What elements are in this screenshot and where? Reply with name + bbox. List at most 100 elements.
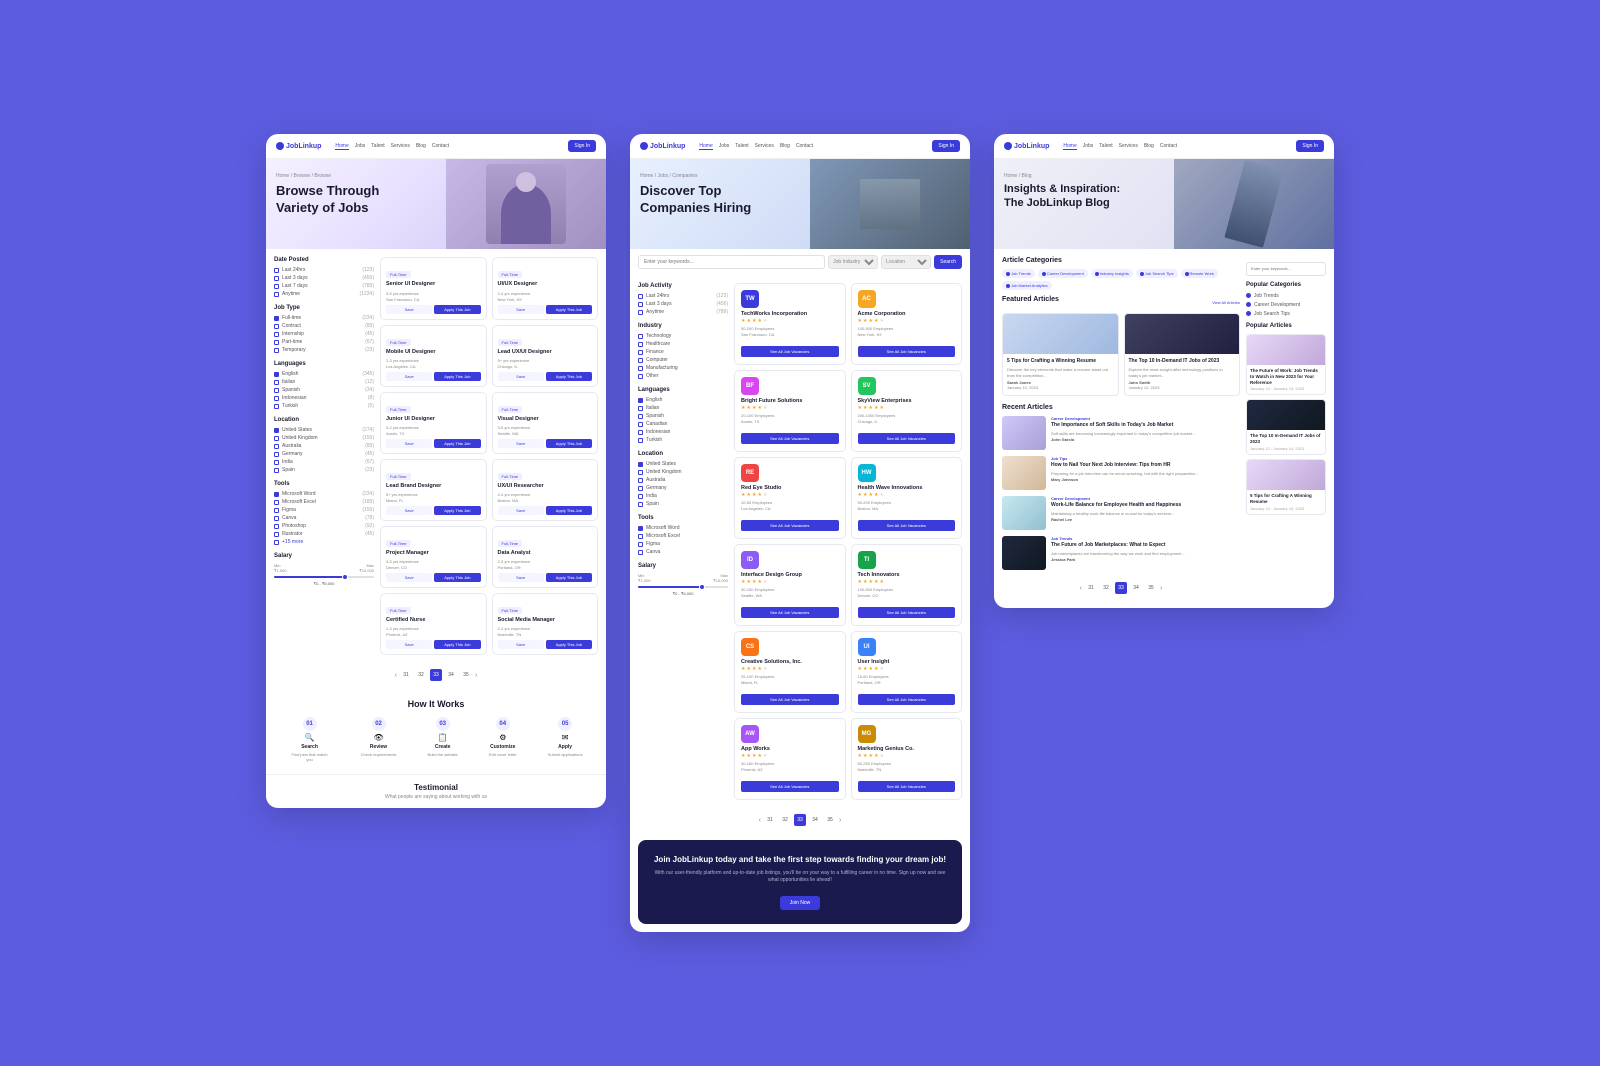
cat-chip-market[interactable]: Job Market Analytics bbox=[1002, 281, 1052, 290]
see-jobs-btn[interactable]: See All Job Vacancies bbox=[741, 520, 839, 531]
filter-checkbox[interactable] bbox=[274, 492, 279, 497]
location-select[interactable]: Location bbox=[881, 255, 931, 269]
filter-checkbox[interactable] bbox=[638, 534, 643, 539]
see-jobs-btn[interactable]: See All Job Vacancies bbox=[741, 346, 839, 357]
filter-checkbox[interactable] bbox=[274, 396, 279, 401]
save-job-btn[interactable]: Save bbox=[498, 506, 544, 515]
filter-checkbox[interactable] bbox=[638, 478, 643, 483]
apply-job-btn[interactable]: Apply This Job bbox=[546, 305, 592, 314]
page-num[interactable]: 34 bbox=[1130, 582, 1142, 594]
prev-page-2[interactable]: ‹ bbox=[759, 817, 761, 824]
filter-checkbox[interactable] bbox=[638, 550, 643, 555]
filter-checkbox[interactable] bbox=[274, 436, 279, 441]
page-num[interactable]: 34 bbox=[445, 669, 457, 681]
salary-slider-2[interactable] bbox=[638, 586, 728, 588]
filter-checkbox[interactable] bbox=[638, 406, 643, 411]
nav-link-services-3[interactable]: Services bbox=[1119, 143, 1138, 150]
save-job-btn[interactable]: Save bbox=[386, 305, 432, 314]
see-jobs-btn[interactable]: See All Job Vacancies bbox=[741, 607, 839, 618]
nav-link-talent-2[interactable]: Talent bbox=[735, 143, 748, 150]
see-jobs-btn[interactable]: See All Job Vacancies bbox=[858, 433, 956, 444]
filter-checkbox[interactable] bbox=[274, 404, 279, 409]
next-page[interactable]: › bbox=[475, 672, 477, 679]
salary-thumb-2[interactable] bbox=[699, 584, 705, 590]
cat-chip-industry[interactable]: Industry Insights bbox=[1091, 269, 1133, 278]
filter-checkbox[interactable] bbox=[638, 302, 643, 307]
filter-checkbox[interactable] bbox=[274, 460, 279, 465]
filter-checkbox[interactable] bbox=[274, 292, 279, 297]
blog-search-input[interactable] bbox=[1246, 262, 1326, 276]
cat-chip-search-tips[interactable]: Job Search Tips bbox=[1136, 269, 1178, 278]
save-job-btn[interactable]: Save bbox=[386, 640, 432, 649]
nav-link-blog-2[interactable]: Blog bbox=[780, 143, 790, 150]
nav-signin-2[interactable]: Sign In bbox=[932, 140, 960, 152]
filter-checkbox[interactable] bbox=[638, 430, 643, 435]
filter-checkbox[interactable] bbox=[274, 452, 279, 457]
filter-checkbox[interactable] bbox=[638, 422, 643, 427]
apply-job-btn[interactable]: Apply This Job bbox=[434, 640, 480, 649]
salary-thumb[interactable] bbox=[342, 574, 348, 580]
cat-chip-job-trends[interactable]: Job Trends bbox=[1002, 269, 1035, 278]
prev-page-3[interactable]: ‹ bbox=[1080, 585, 1082, 592]
view-all-link[interactable]: View All Articles bbox=[1212, 300, 1240, 305]
next-page-3[interactable]: › bbox=[1160, 585, 1162, 592]
nav-link-services-1[interactable]: Services bbox=[391, 143, 410, 150]
filter-checkbox[interactable] bbox=[638, 542, 643, 547]
apply-job-btn[interactable]: Apply This Job bbox=[546, 506, 592, 515]
nav-link-blog-1[interactable]: Blog bbox=[416, 143, 426, 150]
nav-link-home-3[interactable]: Home bbox=[1063, 143, 1076, 150]
filter-checkbox[interactable] bbox=[638, 470, 643, 475]
filter-checkbox[interactable] bbox=[274, 276, 279, 281]
apply-job-btn[interactable]: Apply This Job bbox=[434, 439, 480, 448]
nav-link-home-2[interactable]: Home bbox=[699, 143, 712, 150]
save-job-btn[interactable]: Save bbox=[386, 506, 432, 515]
see-jobs-btn[interactable]: See All Job Vacancies bbox=[858, 781, 956, 792]
filter-checkbox[interactable] bbox=[638, 350, 643, 355]
filter-checkbox[interactable] bbox=[638, 502, 643, 507]
search-input-2[interactable] bbox=[638, 255, 825, 269]
page-num[interactable]: 35 bbox=[1145, 582, 1157, 594]
page-num-active[interactable]: 33 bbox=[430, 669, 442, 681]
page-num[interactable]: 32 bbox=[1100, 582, 1112, 594]
filter-checkbox[interactable] bbox=[638, 334, 643, 339]
save-job-btn[interactable]: Save bbox=[498, 640, 544, 649]
save-job-btn[interactable]: Save bbox=[386, 573, 432, 582]
nav-link-contact-1[interactable]: Contact bbox=[432, 143, 449, 150]
page-num[interactable]: 32 bbox=[415, 669, 427, 681]
nav-link-contact-2[interactable]: Contact bbox=[796, 143, 813, 150]
filter-checkbox[interactable] bbox=[274, 380, 279, 385]
next-page-2[interactable]: › bbox=[839, 817, 841, 824]
nav-signin-3[interactable]: Sign In bbox=[1296, 140, 1324, 152]
apply-job-btn[interactable]: Apply This Job bbox=[434, 305, 480, 314]
save-job-btn[interactable]: Save bbox=[498, 372, 544, 381]
apply-job-btn[interactable]: Apply This Job bbox=[434, 506, 480, 515]
search-button-2[interactable]: Search bbox=[934, 255, 962, 269]
page-num-active[interactable]: 33 bbox=[1115, 582, 1127, 594]
cta-btn[interactable]: Join Now bbox=[780, 896, 821, 910]
save-job-btn[interactable]: Save bbox=[498, 439, 544, 448]
filter-checkbox[interactable] bbox=[638, 462, 643, 467]
page-num[interactable]: 32 bbox=[779, 814, 791, 826]
nav-link-contact-3[interactable]: Contact bbox=[1160, 143, 1177, 150]
see-jobs-btn[interactable]: See All Job Vacancies bbox=[741, 694, 839, 705]
save-job-btn[interactable]: Save bbox=[386, 439, 432, 448]
filter-checkbox[interactable] bbox=[274, 284, 279, 289]
salary-slider[interactable] bbox=[274, 576, 374, 578]
see-jobs-btn[interactable]: See All Job Vacancies bbox=[858, 607, 956, 618]
nav-link-jobs-1[interactable]: Jobs bbox=[355, 143, 366, 150]
filter-checkbox[interactable] bbox=[274, 316, 279, 321]
filter-checkbox[interactable] bbox=[638, 486, 643, 491]
nav-link-services-2[interactable]: Services bbox=[755, 143, 774, 150]
filter-checkbox[interactable] bbox=[274, 500, 279, 505]
filter-checkbox[interactable] bbox=[274, 524, 279, 529]
filter-checkbox[interactable] bbox=[638, 526, 643, 531]
save-job-btn[interactable]: Save bbox=[498, 305, 544, 314]
apply-job-btn[interactable]: Apply This Job bbox=[546, 573, 592, 582]
page-num[interactable]: 31 bbox=[764, 814, 776, 826]
page-num-active[interactable]: 33 bbox=[794, 814, 806, 826]
apply-job-btn[interactable]: Apply This Job bbox=[434, 573, 480, 582]
prev-page[interactable]: ‹ bbox=[395, 672, 397, 679]
nav-link-talent-3[interactable]: Talent bbox=[1099, 143, 1112, 150]
filter-checkbox[interactable] bbox=[638, 438, 643, 443]
nav-link-jobs-3[interactable]: Jobs bbox=[1083, 143, 1094, 150]
